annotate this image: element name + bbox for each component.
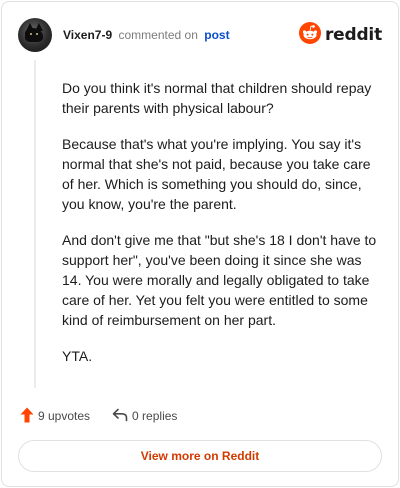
username[interactable]: Vixen7-9 <box>63 28 112 42</box>
byline: Vixen7-9 commented on post <box>63 27 230 43</box>
comment-paragraph: YTA. <box>62 348 93 364</box>
comment-paragraph: Because that's what you're implying. You… <box>62 136 371 212</box>
reddit-wordmark: reddit <box>324 25 382 45</box>
upvote-arrow-icon <box>20 407 34 426</box>
reddit-snoo-icon <box>298 21 321 49</box>
avatar[interactable] <box>18 18 52 52</box>
reply-button[interactable]: 0 replies <box>112 408 177 425</box>
commented-on-text: commented on <box>118 28 198 42</box>
avatar-eye-right <box>36 33 38 35</box>
reply-count: 0 replies <box>132 409 178 423</box>
comment-paragraph: And don't give me that "but she's 18 I d… <box>62 232 377 328</box>
upvote-count: 9 upvotes <box>38 409 91 423</box>
reply-arrow-icon <box>112 408 128 425</box>
comment-header: Vixen7-9 commented on post reddit <box>18 18 382 52</box>
reddit-brand[interactable]: reddit <box>298 21 382 49</box>
reddit-comment-embed: Vixen7-9 commented on post reddit Do you… <box>1 1 399 487</box>
comment-actions: 9 upvotes 0 replies <box>20 406 177 426</box>
avatar-fox-head <box>25 28 43 42</box>
thread-line <box>34 60 36 388</box>
avatar-eye-left <box>30 33 32 35</box>
post-link[interactable]: post <box>204 28 229 42</box>
view-more-button[interactable]: View more on Reddit <box>18 440 382 472</box>
upvote-button[interactable]: 9 upvotes <box>20 407 90 426</box>
comment-body: Do you think it's normal that children s… <box>62 78 382 382</box>
comment-paragraph: Do you think it's normal that children s… <box>62 80 372 116</box>
